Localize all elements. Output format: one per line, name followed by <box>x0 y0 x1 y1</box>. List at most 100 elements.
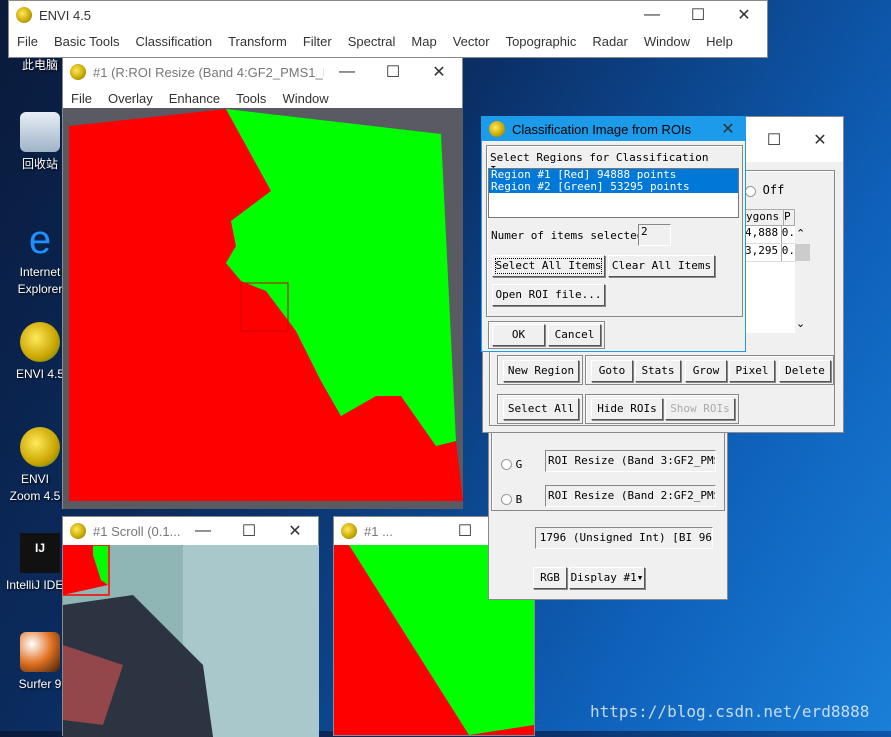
menu-transform[interactable]: Transform <box>220 34 295 49</box>
menu-window[interactable]: Window <box>274 91 336 106</box>
menu-tools[interactable]: Tools <box>228 91 274 106</box>
envi-main-window: ENVI 4.5 — ☐ ✕ File Basic Tools Classificatio… <box>8 0 768 58</box>
column-header: P <box>783 210 791 225</box>
menu-vector[interactable]: Vector <box>445 34 498 49</box>
stats-button[interactable]: Stats <box>635 360 681 382</box>
radio-g[interactable]: G <box>501 456 522 471</box>
close-button[interactable]: ✕ <box>797 130 843 150</box>
icon-label: ENVI Zoom 4.5 <box>9 472 61 503</box>
maximize-button[interactable]: ☐ <box>226 521 272 541</box>
icon-label: Internet Explorer <box>17 265 63 296</box>
maximize-button[interactable]: ☐ <box>751 130 797 150</box>
menu-map[interactable]: Map <box>403 34 444 49</box>
radio-label: Off <box>762 183 785 197</box>
grow-button[interactable]: Grow <box>685 360 727 382</box>
radio-label: B <box>515 493 523 506</box>
delete-button[interactable]: Delete <box>779 360 831 382</box>
available-bands-window: G ROI Resize (Band 3:GF2_PMS1_ B ROI Res… <box>488 419 728 600</box>
menu-file[interactable]: File <box>63 91 100 106</box>
menu-file[interactable]: File <box>9 34 46 49</box>
menu-classification[interactable]: Classification <box>127 34 220 49</box>
close-button[interactable]: ✕ <box>711 119 745 139</box>
open-roi-file-button[interactable]: Open ROI file... <box>492 284 605 306</box>
count-label: Numer of items selected: <box>491 229 650 242</box>
minimize-button[interactable]: — <box>629 6 675 24</box>
icon-label: Surfer 9 <box>18 677 62 691</box>
goto-button[interactable]: Goto <box>591 360 633 382</box>
envi-logo-icon <box>70 64 86 80</box>
classification-dialog: Classification Image from ROIs ✕ Select R… <box>481 116 746 352</box>
select-all-button[interactable]: Select All <box>503 398 579 420</box>
ok-button[interactable]: OK <box>492 324 545 346</box>
hide-rois-button[interactable]: Hide ROIs <box>591 398 663 420</box>
g-band-field[interactable]: ROI Resize (Band 3:GF2_PMS1_ <box>545 450 716 472</box>
menu-basic-tools[interactable]: Basic Tools <box>46 34 128 49</box>
menu-radar[interactable]: Radar <box>584 34 635 49</box>
menu-filter[interactable]: Filter <box>295 34 340 49</box>
icon-label: ENVI 4.5 <box>15 367 65 381</box>
window-title: ENVI 4.5 <box>39 7 92 23</box>
cell: 3,295 <box>745 244 779 257</box>
title-bar: ENVI 4.5 — ☐ ✕ <box>9 1 767 29</box>
column-header: ygons <box>746 210 780 223</box>
title-bar: #1 Scroll (0.1... — ☐ ✕ <box>63 517 318 545</box>
select-all-items-button[interactable]: Select All Items <box>492 255 605 277</box>
icon-label: IntelliJ IDEA Community <box>6 578 66 592</box>
image-canvas[interactable] <box>63 108 463 509</box>
maximize-button[interactable]: ☐ <box>442 521 488 541</box>
internet-explorer-icon: e <box>28 218 52 262</box>
title-bar: #1 (R:ROI Resize (Band 4:GF2_PMS1_E... — ☐… <box>63 58 462 86</box>
minimize-button[interactable]: — <box>180 522 226 540</box>
intellij-icon: IJ <box>20 533 60 573</box>
menu-spectral[interactable]: Spectral <box>340 34 404 49</box>
dialog-title: Classification Image from ROIs <box>512 121 692 137</box>
table-row[interactable]: 4,888 0. <box>745 226 795 244</box>
watermark: https://blog.csdn.net/erd8888 <box>590 702 870 721</box>
b-band-field[interactable]: ROI Resize (Band 2:GF2_PMS1_ <box>545 485 716 507</box>
maximize-button[interactable]: ☐ <box>370 62 416 82</box>
list-item[interactable]: Region #2 [Green] 53295 points <box>489 181 738 193</box>
menu-topographic[interactable]: Topographic <box>498 34 585 49</box>
icon-label: 此电脑 <box>21 58 58 72</box>
menu-enhance[interactable]: Enhance <box>161 91 228 106</box>
table-header: ygons P <box>745 209 795 226</box>
dims-field: 96 x 1796 (Unsigned Int) [BI <box>535 527 713 549</box>
new-region-button[interactable]: New Region <box>503 360 579 382</box>
pixel-button[interactable]: Pixel <box>729 360 775 382</box>
scroll-up-icon[interactable]: ⌃ <box>796 227 805 240</box>
scroll-canvas[interactable] <box>63 545 319 737</box>
scroll-window: #1 Scroll (0.1... — ☐ ✕ <box>62 516 319 737</box>
minimize-button[interactable]: — <box>324 63 370 81</box>
menu-help[interactable]: Help <box>698 34 741 49</box>
show-rois-button: Show ROIs <box>665 398 735 420</box>
envi-logo-icon <box>16 7 32 23</box>
off-radio[interactable]: Off <box>745 183 784 197</box>
menu-window[interactable]: Window <box>636 34 698 49</box>
table-row[interactable]: 3,295 0. <box>745 244 795 262</box>
menu-bar: File Overlay Enhance Tools Window <box>63 86 462 110</box>
maximize-button[interactable]: ☐ <box>675 5 721 25</box>
window-title: #1 ... <box>364 523 393 539</box>
image-window: #1 (R:ROI Resize (Band 4:GF2_PMS1_E... — ☐… <box>62 57 463 509</box>
close-button[interactable]: ✕ <box>721 5 767 25</box>
envi-logo-icon <box>70 523 86 539</box>
window-title: #1 (R:ROI Resize (Band 4:GF2_PMS1_E... <box>93 64 324 80</box>
radio-b[interactable]: B <box>501 491 522 506</box>
scroll-down-icon[interactable]: ⌄ <box>796 317 805 330</box>
region-list[interactable]: Region #1 [Red] 94888 points Region #2 [… <box>488 168 739 218</box>
surfer-icon <box>20 632 60 672</box>
menu-overlay[interactable]: Overlay <box>100 91 161 106</box>
scrollbar-thumb[interactable] <box>795 244 810 261</box>
close-button[interactable]: ✕ <box>416 62 462 82</box>
clear-all-items-button[interactable]: Clear All Items <box>608 255 715 277</box>
close-button[interactable]: ✕ <box>272 521 318 541</box>
title-bar: Classification Image from ROIs ✕ <box>482 117 745 141</box>
rgb-button[interactable]: RGB <box>533 567 567 589</box>
recycle-bin-icon <box>20 112 60 152</box>
envi-logo-icon <box>489 121 505 137</box>
count-field: 2 <box>638 224 671 246</box>
envi-logo-icon <box>341 523 357 539</box>
display-select[interactable]: Display #1▾ <box>569 567 645 589</box>
menu-bar: File Basic Tools Classification Transform Fi… <box>9 29 767 53</box>
cancel-button[interactable]: Cancel <box>548 324 601 346</box>
